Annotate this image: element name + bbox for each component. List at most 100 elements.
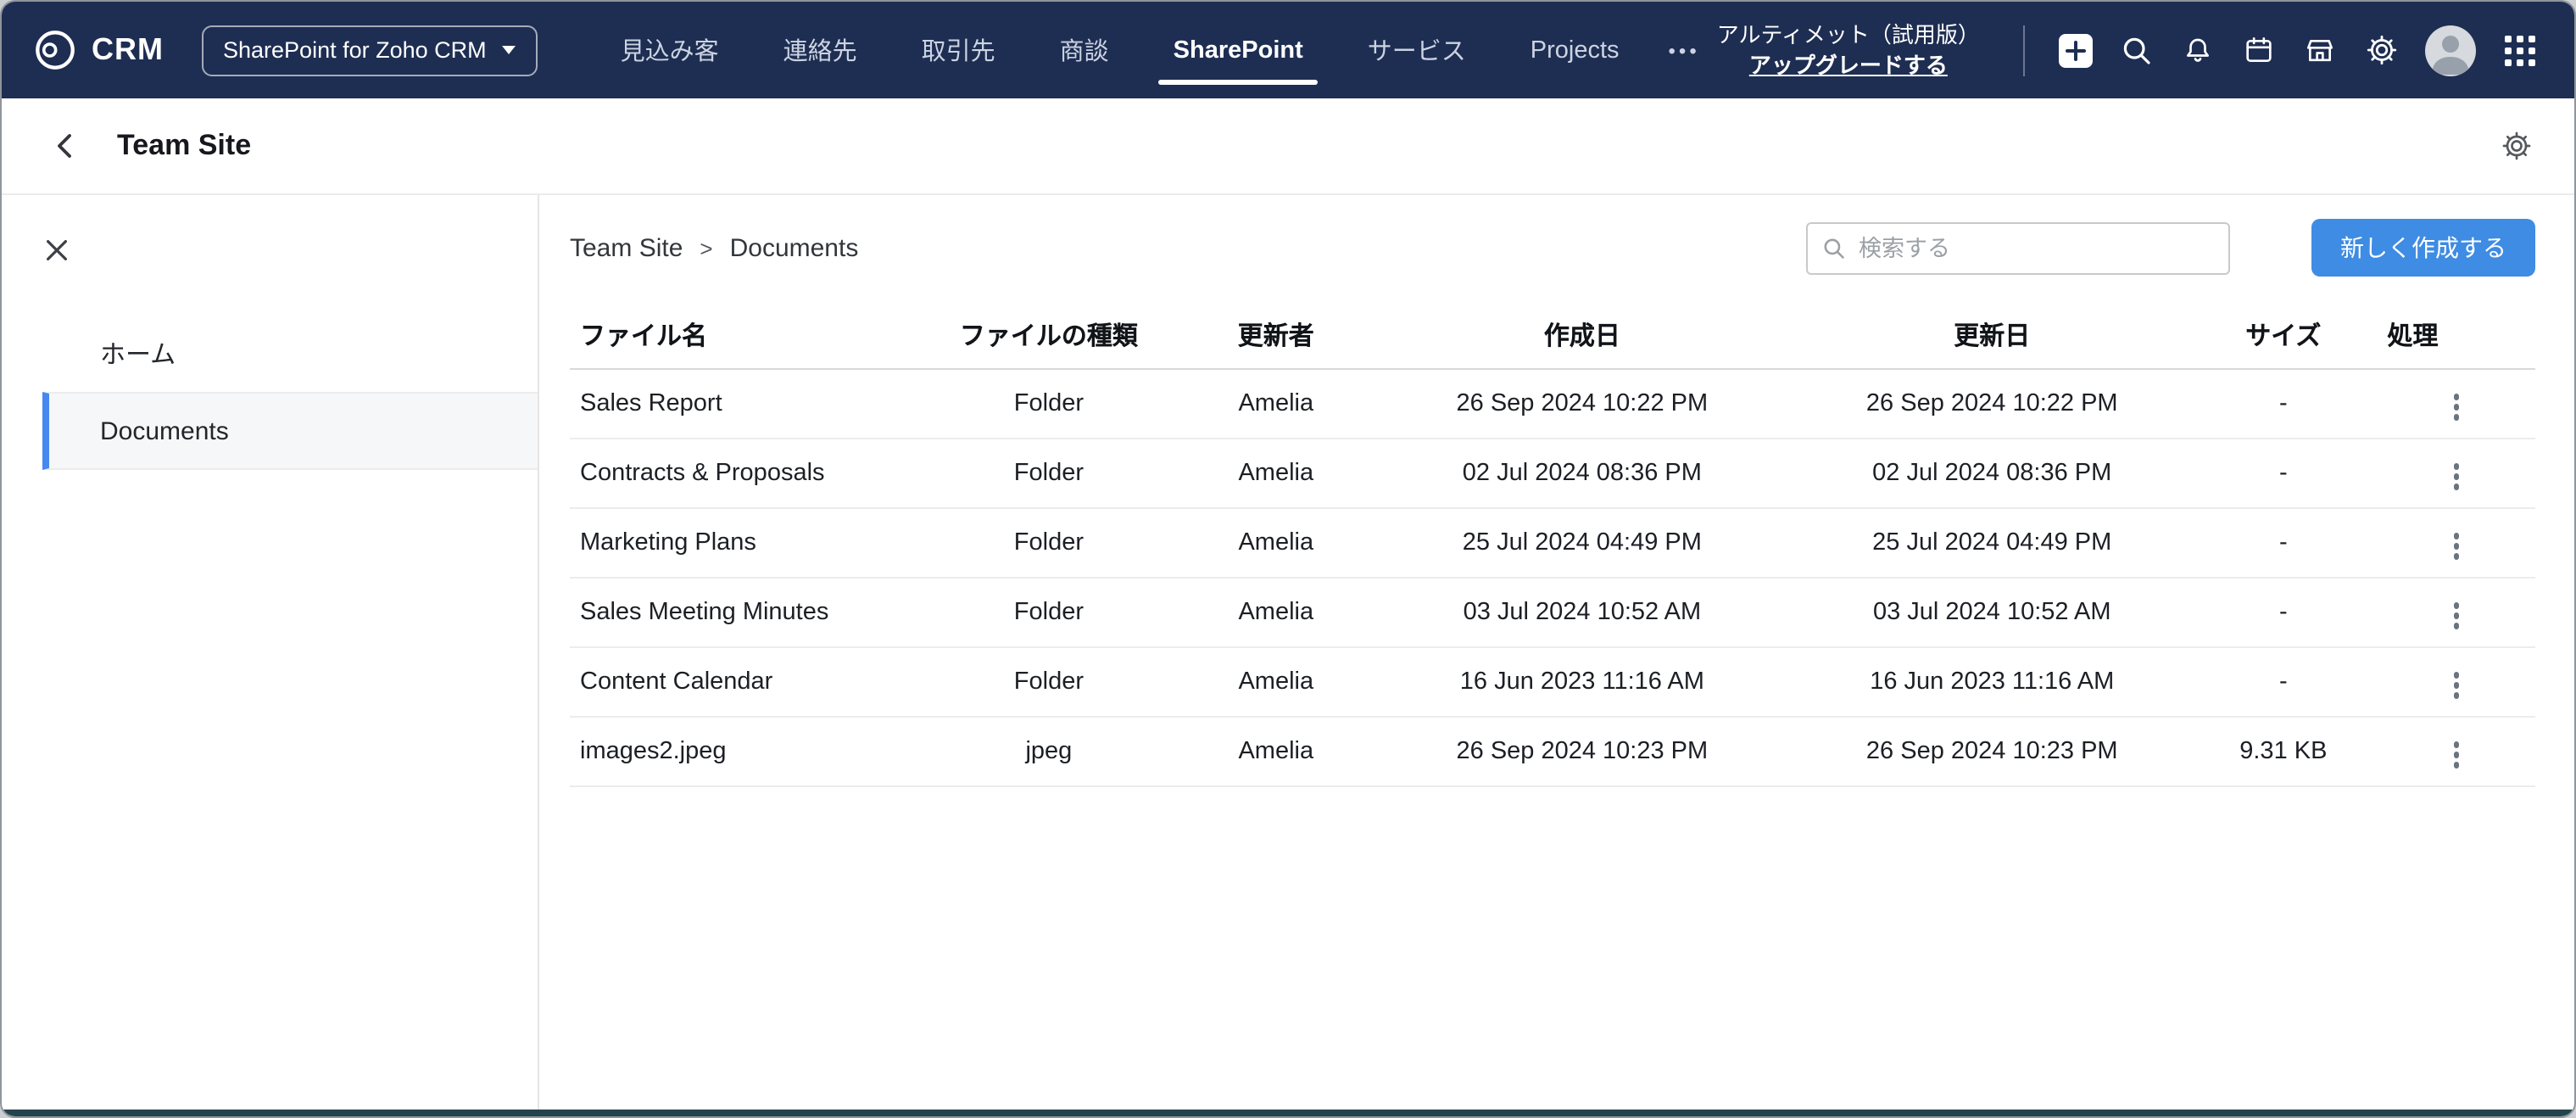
close-icon[interactable] [42, 236, 71, 265]
create-new-button[interactable]: 新しく作成する [2311, 219, 2535, 277]
table-header-row: ファイル名 ファイルの種類 更新者 作成日 更新日 サイズ 処理 [570, 304, 2535, 368]
file-modified-by: Amelia [1182, 507, 1369, 577]
file-modified: 25 Jul 2024 04:49 PM [1794, 507, 2189, 577]
sidebar-nav: ホーム Documents [2, 314, 538, 470]
tab-sharepoint[interactable]: SharePoint [1141, 2, 1335, 98]
breadcrumb-current: Documents [730, 233, 859, 262]
column-file-type[interactable]: ファイルの種類 [916, 304, 1182, 368]
row-actions-kebab-icon[interactable] [2443, 526, 2469, 566]
top-navigation-bar: CRM SharePoint for Zoho CRM 見込み客 連絡先 取引先… [2, 2, 2574, 98]
apps-grid-icon[interactable] [2490, 20, 2551, 81]
file-size: 9.31 KB [2189, 716, 2377, 785]
topnav-actions: アルティメット（試用版） アップグレードする [1717, 20, 2551, 81]
row-actions-kebab-icon[interactable] [2443, 595, 2469, 635]
file-name[interactable]: Sales Meeting Minutes [570, 577, 916, 646]
file-size: - [2189, 368, 2377, 438]
table-row[interactable]: Content Calendar Folder Amelia 16 Jun 20… [570, 646, 2535, 716]
sidebar-item-documents[interactable]: Documents [42, 392, 538, 470]
tab-services[interactable]: サービス [1335, 2, 1498, 98]
plan-label: アルティメット（試用版） [1717, 20, 1980, 50]
file-type: Folder [916, 368, 1182, 438]
table-row[interactable]: Sales Report Folder Amelia 26 Sep 2024 1… [570, 368, 2535, 438]
column-modified-date[interactable]: 更新日 [1794, 304, 2189, 368]
sidebar-item-label: ホーム [100, 335, 176, 371]
file-name[interactable]: Marketing Plans [570, 507, 916, 577]
tab-deals[interactable]: 商談 [1028, 2, 1141, 98]
content-area: ホーム Documents Team Site > Documents [2, 195, 2574, 1110]
marketplace-icon[interactable] [2290, 20, 2351, 81]
documents-table: ファイル名 ファイルの種類 更新者 作成日 更新日 サイズ 処理 Sales R… [570, 304, 2535, 786]
file-created: 03 Jul 2024 10:52 AM [1369, 577, 1794, 646]
document-search [1806, 221, 2230, 274]
page-title: Team Site [117, 129, 251, 163]
file-size: - [2189, 438, 2377, 507]
column-actions: 処理 [2378, 304, 2536, 368]
column-created-date[interactable]: 作成日 [1369, 304, 1794, 368]
row-actions-kebab-icon[interactable] [2443, 456, 2469, 496]
user-avatar[interactable] [2426, 25, 2477, 75]
file-modified-by: Amelia [1182, 716, 1369, 785]
search-icon[interactable] [2107, 20, 2168, 81]
column-modified-by[interactable]: 更新者 [1182, 304, 1369, 368]
back-button[interactable] [49, 129, 83, 163]
file-modified: 26 Sep 2024 10:23 PM [1794, 716, 2189, 785]
table-row[interactable]: Sales Meeting Minutes Folder Amelia 03 J… [570, 577, 2535, 646]
notifications-bell-icon[interactable] [2168, 20, 2229, 81]
window-bottom-edge [2, 1110, 2574, 1116]
column-size[interactable]: サイズ [2189, 304, 2377, 368]
upgrade-label: アップグレードする [1717, 50, 1980, 80]
sidebar: ホーム Documents [2, 195, 539, 1110]
app-selector-dropdown[interactable]: SharePoint for Zoho CRM [201, 25, 538, 75]
row-actions-kebab-icon[interactable] [2443, 665, 2469, 705]
file-type: jpeg [916, 716, 1182, 785]
breadcrumb-separator-icon: > [700, 235, 712, 260]
documents-toolbar: Team Site > Documents 新しく作成する [570, 219, 2535, 277]
quick-add-button[interactable] [2046, 20, 2107, 81]
sidebar-item-home[interactable]: ホーム [2, 314, 538, 392]
calendar-icon[interactable] [2229, 20, 2290, 81]
breadcrumb-site[interactable]: Team Site [570, 233, 683, 262]
tab-accounts[interactable]: 取引先 [889, 2, 1028, 98]
table-row[interactable]: Contracts & Proposals Folder Amelia 02 J… [570, 438, 2535, 507]
file-name[interactable]: Sales Report [570, 368, 916, 438]
row-actions-kebab-icon[interactable] [2443, 387, 2469, 427]
search-icon [1821, 235, 1847, 260]
file-modified: 02 Jul 2024 08:36 PM [1794, 438, 2189, 507]
file-type: Folder [916, 438, 1182, 507]
page-settings-gear-icon[interactable] [2500, 129, 2534, 163]
file-modified: 03 Jul 2024 10:52 AM [1794, 577, 2189, 646]
crm-window: CRM SharePoint for Zoho CRM 見込み客 連絡先 取引先… [0, 0, 2576, 1118]
file-name[interactable]: Content Calendar [570, 646, 916, 716]
settings-gear-icon[interactable] [2351, 20, 2412, 81]
upgrade-link[interactable]: アルティメット（試用版） アップグレードする [1717, 20, 1980, 80]
search-input[interactable] [1859, 235, 2215, 260]
chevron-down-icon [502, 46, 516, 54]
file-modified-by: Amelia [1182, 646, 1369, 716]
table-row[interactable]: images2.jpeg jpeg Amelia 26 Sep 2024 10:… [570, 716, 2535, 785]
row-actions-kebab-icon[interactable] [2443, 735, 2469, 774]
file-created: 25 Jul 2024 04:49 PM [1369, 507, 1794, 577]
divider [2024, 25, 2026, 75]
brand[interactable]: CRM [32, 27, 164, 73]
brand-name: CRM [92, 32, 164, 68]
tab-projects[interactable]: Projects [1498, 2, 1652, 98]
file-modified-by: Amelia [1182, 368, 1369, 438]
documents-panel: Team Site > Documents 新しく作成する [539, 195, 2574, 1110]
file-created: 02 Jul 2024 08:36 PM [1369, 438, 1794, 507]
tab-contacts[interactable]: 連絡先 [751, 2, 889, 98]
file-type: Folder [916, 577, 1182, 646]
file-size: - [2189, 646, 2377, 716]
file-modified-by: Amelia [1182, 577, 1369, 646]
file-modified-by: Amelia [1182, 438, 1369, 507]
file-name[interactable]: images2.jpeg [570, 716, 916, 785]
column-file-name[interactable]: ファイル名 [570, 304, 916, 368]
tab-leads[interactable]: 見込み客 [588, 2, 751, 98]
more-tabs-icon[interactable]: ••• [1652, 2, 1717, 98]
file-created: 26 Sep 2024 10:22 PM [1369, 368, 1794, 438]
file-size: - [2189, 577, 2377, 646]
file-name[interactable]: Contracts & Proposals [570, 438, 916, 507]
page-header: Team Site [2, 98, 2574, 195]
module-tabs: 見込み客 連絡先 取引先 商談 SharePoint サービス Projects… [588, 2, 1717, 98]
table-row[interactable]: Marketing Plans Folder Amelia 25 Jul 202… [570, 507, 2535, 577]
file-type: Folder [916, 507, 1182, 577]
